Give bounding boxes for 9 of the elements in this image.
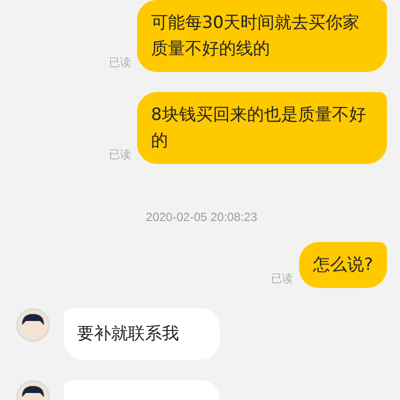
read-status: 已读 <box>270 271 293 286</box>
message-bubble: 可能每30天时间就去买你家质量不好的线的 <box>137 0 387 72</box>
message-bubble: 怎么说? <box>298 242 387 288</box>
read-status: 已读 <box>109 55 131 70</box>
message-bubble: 8块钱买回来的也是质量不好的 <box>137 92 387 164</box>
timestamp: 2020-02-05 20:08:23 <box>146 210 258 224</box>
avatar-icon[interactable] <box>16 308 50 342</box>
read-status: 已读 <box>109 147 131 162</box>
message-bubble: 要补就联系我 <box>64 308 220 360</box>
